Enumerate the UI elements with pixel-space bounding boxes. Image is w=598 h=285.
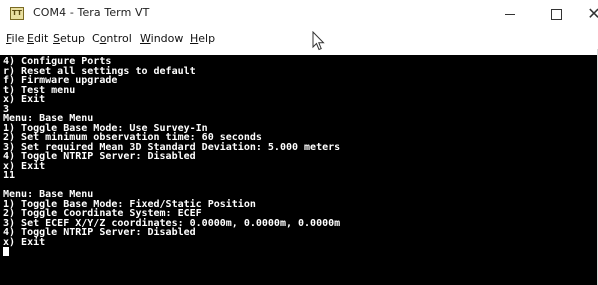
- terminal-line: t) Test menu: [3, 84, 76, 96]
- close-button[interactable]: ✕: [571, 0, 598, 28]
- tera-term-app-icon[interactable]: TT: [10, 7, 24, 20]
- terminal-cursor: [3, 247, 9, 256]
- mouse-pointer-icon: [312, 31, 325, 51]
- terminal-line: 11: [3, 170, 16, 181]
- terminal-line: 4) Toggle NTRIP Server: Disabled: [3, 151, 196, 162]
- terminal-line: 4) Toggle NTRIP Server: Disabled: [3, 227, 196, 238]
- terminal-line: x) Exit: [3, 236, 46, 248]
- menu-setup[interactable]: Setup: [53, 32, 85, 45]
- close-icon: ✕: [587, 4, 598, 23]
- terminal-line: x) Exit: [3, 160, 46, 172]
- terminal-output: 4) Configure Ports r) Reset all settings …: [3, 57, 340, 257]
- menu-help[interactable]: Help: [190, 32, 215, 45]
- menu-control[interactable]: Control: [92, 32, 132, 45]
- menu-edit[interactable]: Edit: [27, 32, 48, 45]
- title-bar[interactable]: TT COM4 - Tera Term VT ✕: [0, 0, 598, 28]
- maximize-icon: [550, 8, 562, 20]
- menu-file[interactable]: File: [6, 32, 24, 45]
- minimize-icon: [505, 13, 515, 15]
- menu-window[interactable]: Window: [140, 32, 183, 45]
- terminal-screen[interactable]: 4) Configure Ports r) Reset all settings …: [0, 55, 597, 285]
- app-icon-label: TT: [12, 9, 22, 17]
- menu-bar: File Edit Setup Control Window Help: [0, 28, 598, 49]
- minimize-button[interactable]: [487, 0, 533, 28]
- terminal-line: x) Exit: [3, 94, 46, 105]
- tera-term-window: TT COM4 - Tera Term VT ✕ File Edit Setup…: [0, 0, 598, 285]
- window-title: COM4 - Tera Term VT: [33, 6, 150, 19]
- terminal-cursor-line: [3, 247, 340, 257]
